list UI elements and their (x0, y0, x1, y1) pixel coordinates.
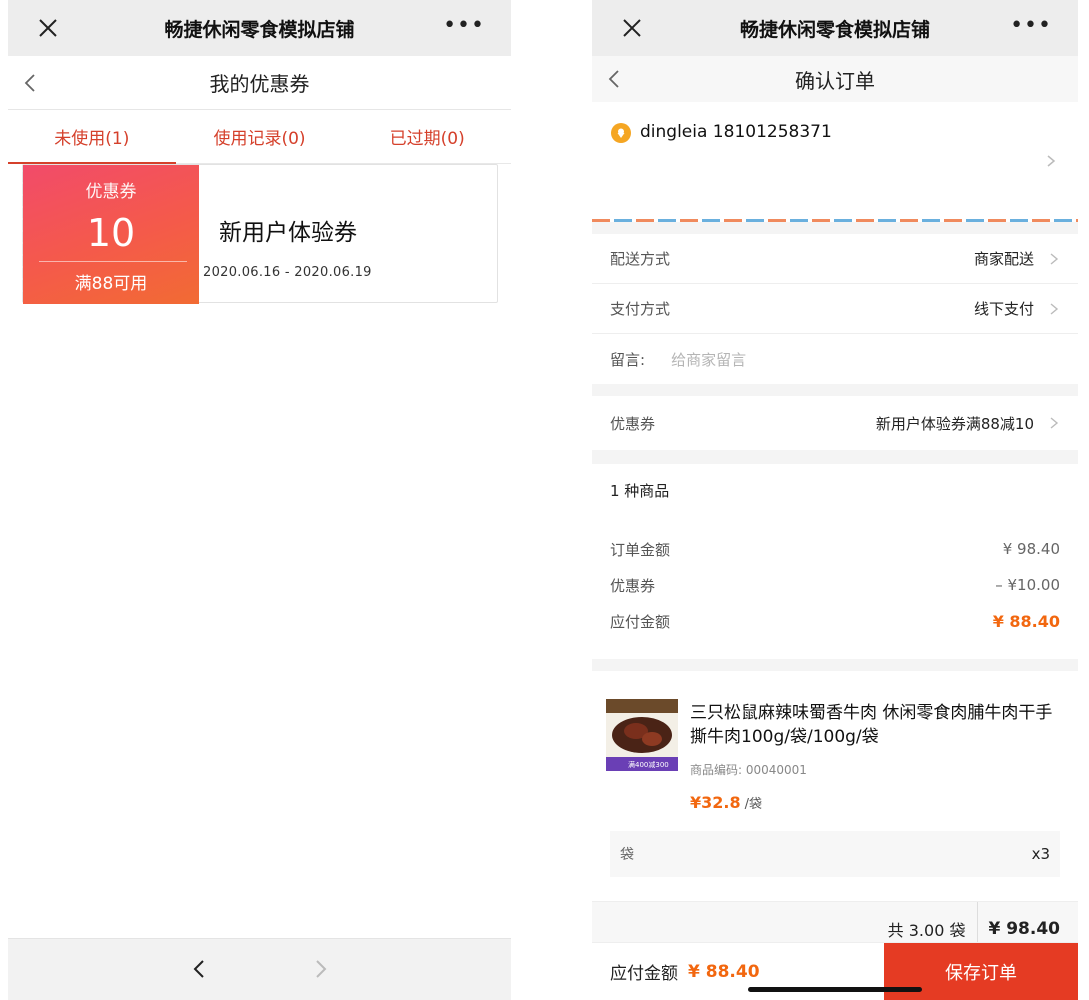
recipient-info: dingleia 18101258371 (640, 122, 832, 142)
coupon-row[interactable]: 优惠券 新用户体验券满88减10 (592, 396, 1078, 450)
payable-amount-label: 应付金额 (610, 612, 671, 631)
product-code: 商品编码: 00040001 (690, 763, 807, 777)
coupon-divider (39, 261, 187, 262)
message-label: 留言: (610, 350, 646, 369)
order-amount-value: ¥ 98.40 (1002, 540, 1060, 558)
delivery-method-row[interactable]: 配送方式 商家配送 (592, 234, 1078, 284)
page-title: 我的优惠券 (209, 72, 310, 96)
tab-expired[interactable]: 已过期(0) (343, 110, 511, 163)
tab-usage-record[interactable]: 使用记录(0) (176, 110, 344, 163)
coupon-date-range: 2020.06.16 - 2020.06.19 (203, 265, 372, 280)
confirm-order-screen: 畅捷休闲零食模拟店铺 ••• 确认订单 dingleia 18101258371… (592, 0, 1078, 1000)
product-item: 满400减300 三只松鼠麻辣味蜀香牛肉 休闲零食肉脯牛肉干手撕牛肉100g/袋… (592, 671, 1078, 901)
home-indicator (748, 987, 922, 992)
back-icon[interactable] (604, 68, 626, 90)
order-summary: 1 种商品 订单金额 ¥ 98.40 优惠券 – ¥10.00 应付金额 ¥ 8… (592, 464, 1078, 659)
address-stripe (592, 219, 1078, 222)
chevron-right-icon (1050, 252, 1059, 265)
page-header: 确认订单 (592, 56, 1078, 102)
shop-title: 畅捷休闲零食模拟店铺 (164, 18, 355, 41)
chevron-left-icon[interactable] (188, 957, 212, 981)
wechat-title-bar: 畅捷休闲零食模拟店铺 ••• (8, 0, 511, 56)
payment-value: 线下支付 (973, 300, 1034, 318)
checkout-footer: 应付金额 ¥ 88.40 保存订单 (592, 942, 1078, 1000)
delivery-label: 配送方式 (610, 250, 671, 268)
footer-payable-label: 应付金额 (610, 964, 678, 984)
coupon-discount-label: 优惠券 (610, 576, 656, 595)
page-title: 确认订单 (795, 68, 875, 93)
location-pin-icon (611, 123, 631, 143)
chevron-right-icon (1050, 417, 1059, 429)
coupon-label: 优惠券 (85, 182, 137, 202)
payable-amount-value: ¥ 88.40 (992, 611, 1060, 631)
order-options: 配送方式 商家配送 支付方式 线下支付 留言: 给商家留言 (592, 234, 1078, 384)
coupon-screen: 畅捷休闲零食模拟店铺 ••• 我的优惠券 未使用(1) 使用记录(0) 已过期(… (8, 0, 511, 1000)
more-icon[interactable]: ••• (1010, 15, 1052, 37)
shop-title: 畅捷休闲零食模拟店铺 (739, 18, 930, 41)
close-icon[interactable] (620, 16, 644, 40)
more-icon[interactable]: ••• (443, 15, 485, 37)
chevron-right-icon (1050, 302, 1059, 315)
svg-text:满400减300: 满400减300 (628, 760, 669, 769)
order-amount-row: 订单金额 ¥ 98.40 (610, 531, 1060, 567)
footer-payable-amount: ¥ 88.40 (688, 961, 760, 982)
wechat-title-bar: 畅捷休闲零食模拟店铺 ••• (592, 0, 1078, 56)
coupon-label: 优惠券 (610, 414, 656, 433)
product-price: ¥32.8/袋 (690, 793, 762, 812)
product-title[interactable]: 三只松鼠麻辣味蜀香牛肉 休闲零食肉脯牛肉干手撕牛肉100g/袋/100g/袋 (690, 701, 1060, 749)
product-image[interactable]: 满400减300 (606, 699, 678, 771)
browser-nav-bar (8, 938, 511, 1000)
coupon-stub: 优惠券 10 满88可用 (19, 165, 199, 304)
chevron-right-icon (1047, 155, 1056, 167)
tab-unused[interactable]: 未使用(1) (8, 110, 176, 164)
coupon-discount-value: – ¥10.00 (995, 576, 1060, 594)
delivery-value: 商家配送 (973, 250, 1034, 268)
payment-label: 支付方式 (610, 300, 671, 318)
message-input[interactable]: 给商家留言 (671, 349, 746, 370)
product-spec: 袋 x3 (610, 831, 1060, 877)
coupon-card[interactable]: 优惠券 10 满88可用 新用户体验券 2020.06.16 - 2020.06… (19, 164, 498, 304)
page-header: 我的优惠券 (8, 56, 511, 110)
coupon-amount: 10 (86, 211, 136, 255)
price-unit: /袋 (744, 797, 762, 812)
spec-unit: 袋 (620, 847, 634, 863)
coupon-group: 优惠券 新用户体验券满88减10 (592, 396, 1078, 450)
item-count: 1 种商品 (610, 482, 670, 500)
price-value: ¥32.8 (690, 793, 741, 812)
total-sum: ¥ 98.40 (988, 918, 1060, 939)
close-icon[interactable] (36, 16, 60, 40)
coupon-condition: 满88可用 (74, 274, 148, 294)
coupon-name: 新用户体验券 (219, 220, 357, 246)
payable-amount-row: 应付金额 ¥ 88.40 (610, 603, 1060, 639)
chevron-right-icon[interactable] (308, 957, 332, 981)
coupon-value: 新用户体验券满88减10 (875, 414, 1034, 433)
address-card[interactable]: dingleia 18101258371 (592, 102, 1078, 222)
back-icon[interactable] (20, 72, 42, 94)
coupon-tabs: 未使用(1) 使用记录(0) 已过期(0) (8, 110, 511, 164)
spec-quantity: x3 (1031, 845, 1050, 863)
coupon-discount-row: 优惠券 – ¥10.00 (610, 567, 1060, 603)
message-row: 留言: 给商家留言 (592, 334, 1078, 384)
order-amount-label: 订单金额 (610, 540, 671, 559)
payment-method-row[interactable]: 支付方式 线下支付 (592, 284, 1078, 334)
